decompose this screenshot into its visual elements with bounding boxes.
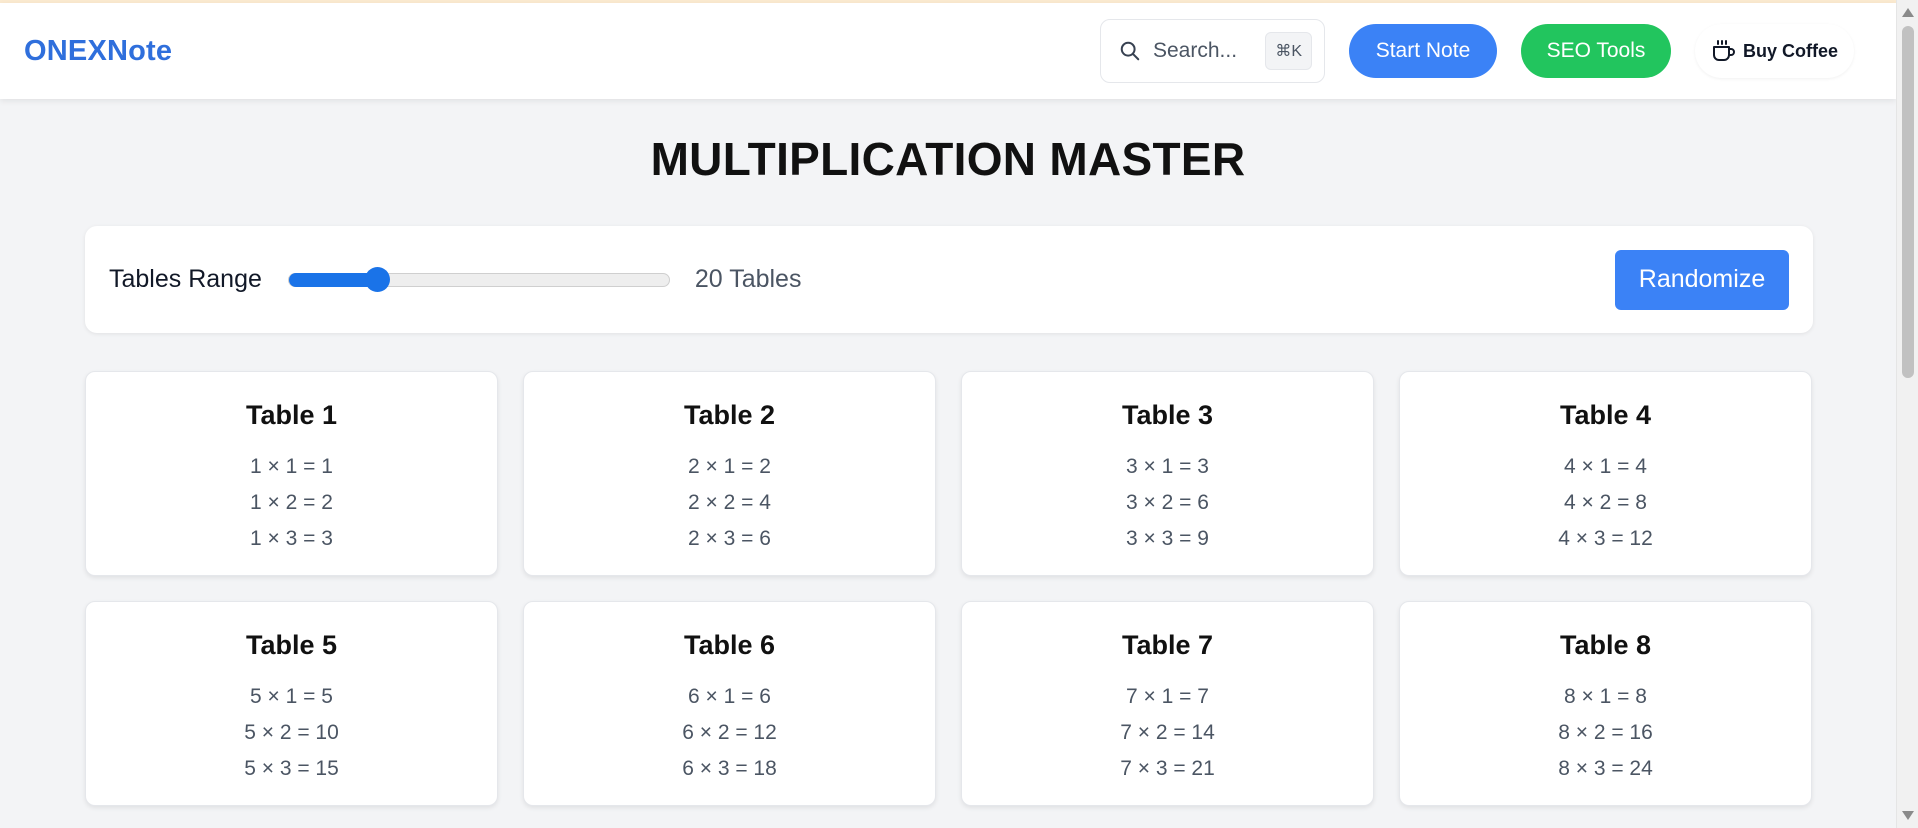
search-placeholder: Search...: [1152, 39, 1238, 62]
table-card: Table 6 6 × 1 = 6 6 × 2 = 12 6 × 3 = 18: [523, 601, 936, 806]
buy-coffee-label: Buy Coffee: [1742, 40, 1838, 61]
table-row: 1 × 3 = 3: [250, 527, 333, 550]
search-button[interactable]: Search... ⌘K: [1099, 19, 1325, 83]
table-row: 2 × 2 = 4: [688, 491, 771, 514]
table-row: 7 × 1 = 7: [1126, 685, 1209, 708]
table-card-title: Table 1: [245, 400, 338, 430]
top-navbar: ONEXNote Search... ⌘K Start Note SEO Too…: [0, 3, 1896, 99]
buy-coffee-button[interactable]: Buy Coffee: [1694, 24, 1854, 78]
table-row: 3 × 3 = 9: [1126, 527, 1209, 550]
table-card: Table 4 4 × 1 = 4 4 × 2 = 8 4 × 3 = 12: [1399, 371, 1812, 576]
table-row: 8 × 1 = 8: [1564, 685, 1647, 708]
table-row: 7 × 3 = 21: [1120, 757, 1215, 780]
search-icon: [1120, 41, 1140, 61]
table-card: Table 1 1 × 1 = 1 1 × 2 = 2 1 × 3 = 3: [85, 371, 498, 576]
start-note-button[interactable]: Start Note: [1348, 24, 1497, 78]
search-shortcut-badge: ⌘K: [1265, 32, 1312, 70]
brand-logo[interactable]: ONEXNote: [24, 35, 172, 68]
table-row: 2 × 3 = 6: [688, 527, 771, 550]
table-row: 2 × 1 = 2: [688, 455, 771, 478]
table-card: Table 7 7 × 1 = 7 7 × 2 = 14 7 × 3 = 21: [961, 601, 1374, 806]
table-row: 5 × 2 = 10: [244, 721, 339, 744]
table-card-title: Table 4: [1559, 400, 1652, 430]
tables-grid: Table 1 1 × 1 = 1 1 × 2 = 2 1 × 3 = 3 Ta…: [85, 371, 1813, 806]
page-scrollbar[interactable]: [1896, 0, 1918, 828]
table-row: 3 × 2 = 6: [1126, 491, 1209, 514]
header-actions: Search... ⌘K Start Note SEO Tools Buy Co…: [1099, 19, 1854, 83]
table-row: 7 × 2 = 14: [1120, 721, 1215, 744]
coffee-cup-icon: [1712, 40, 1735, 61]
table-row: 8 × 2 = 16: [1558, 721, 1653, 744]
table-card: Table 2 2 × 1 = 2 2 × 2 = 4 2 × 3 = 6: [523, 371, 936, 576]
slider-thumb[interactable]: [364, 266, 390, 292]
scroll-up-arrow-icon[interactable]: [1902, 8, 1914, 17]
seo-tools-button[interactable]: SEO Tools: [1520, 24, 1671, 78]
table-row: 5 × 3 = 15: [244, 757, 339, 780]
table-card-title: Table 3: [1121, 400, 1214, 430]
table-row: 6 × 1 = 6: [688, 685, 771, 708]
table-row: 4 × 3 = 12: [1558, 527, 1653, 550]
table-row: 4 × 2 = 8: [1564, 491, 1647, 514]
scrollbar-thumb[interactable]: [1902, 26, 1914, 378]
table-card-title: Table 6: [683, 630, 776, 660]
tables-range-panel: Tables Range 20 Tables Randomize: [85, 226, 1813, 333]
table-row: 3 × 1 = 3: [1126, 455, 1209, 478]
table-card-title: Table 7: [1121, 630, 1214, 660]
table-card-title: Table 5: [245, 630, 338, 660]
table-row: 4 × 1 = 4: [1564, 455, 1647, 478]
table-row: 8 × 3 = 24: [1558, 757, 1653, 780]
table-row: 6 × 3 = 18: [682, 757, 777, 780]
tables-range-value: 20 Tables: [694, 265, 802, 293]
tables-range-label: Tables Range: [109, 265, 262, 293]
table-card: Table 3 3 × 1 = 3 3 × 2 = 6 3 × 3 = 9: [961, 371, 1374, 576]
randomize-button[interactable]: Randomize: [1615, 249, 1789, 310]
table-card-title: Table 2: [683, 400, 776, 430]
scroll-down-arrow-icon[interactable]: [1902, 811, 1914, 820]
table-row: 1 × 2 = 2: [250, 491, 333, 514]
table-row: 5 × 1 = 5: [250, 685, 333, 708]
tables-range-slider[interactable]: [287, 266, 670, 292]
page-title: MULTIPLICATION MASTER: [650, 133, 1246, 185]
table-card: Table 8 8 × 1 = 8 8 × 2 = 16 8 × 3 = 24: [1399, 601, 1812, 806]
table-card: Table 5 5 × 1 = 5 5 × 2 = 10 5 × 3 = 15: [85, 601, 498, 806]
table-row: 1 × 1 = 1: [250, 455, 333, 478]
table-card-title: Table 8: [1559, 630, 1652, 660]
table-row: 6 × 2 = 12: [682, 721, 777, 744]
